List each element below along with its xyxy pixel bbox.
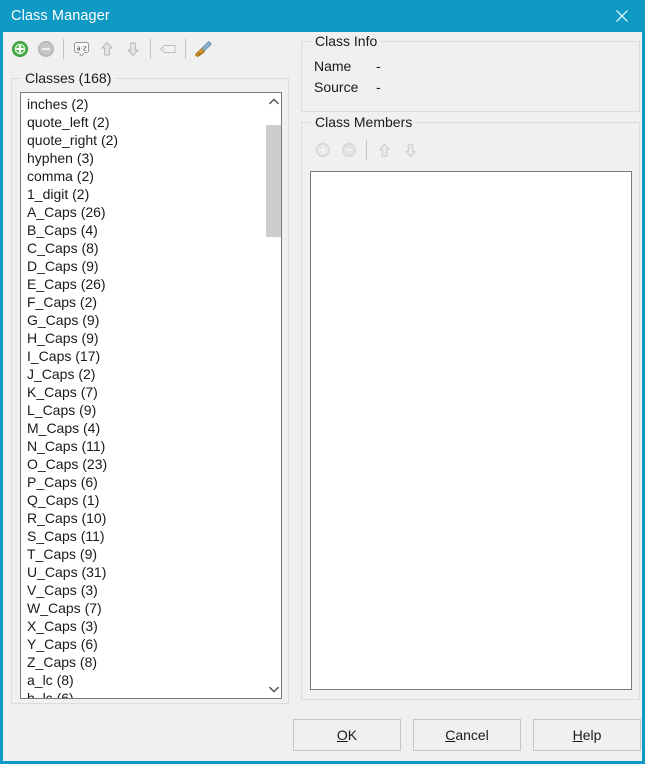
move-down-button[interactable] — [120, 36, 146, 62]
list-item[interactable]: I_Caps (17) — [21, 347, 265, 365]
list-item[interactable]: a_lc (8) — [21, 671, 265, 689]
cancel-button-label: Cancel — [445, 727, 489, 743]
title-bar: Class Manager — [3, 0, 642, 32]
list-item[interactable]: N_Caps (11) — [21, 437, 265, 455]
class-members-listbox[interactable] — [310, 171, 632, 690]
list-item[interactable]: D_Caps (9) — [21, 257, 265, 275]
list-item[interactable]: Z_Caps (8) — [21, 653, 265, 671]
class-source-row: Source - — [314, 79, 381, 95]
class-info-group-label: Class Info — [311, 33, 382, 49]
sort-az-icon: a·z — [73, 42, 89, 57]
list-item[interactable]: b_lc (6) — [21, 689, 265, 698]
chevron-up-icon — [268, 98, 279, 105]
cleanup-button[interactable] — [190, 36, 216, 62]
toolbar-separator — [150, 38, 151, 59]
classes-list-items: inches (2) quote_left (2) quote_right (2) h… — [21, 93, 265, 698]
class-members-group-label: Class Members — [311, 114, 417, 130]
list-item[interactable]: U_Caps (31) — [21, 563, 265, 581]
cancel-button[interactable]: Cancel — [413, 719, 521, 751]
ok-button[interactable]: OK — [293, 719, 401, 751]
plus-circle-icon — [12, 40, 28, 57]
member-move-up-button[interactable] — [371, 137, 397, 163]
list-item[interactable]: C_Caps (8) — [21, 239, 265, 257]
list-item[interactable]: quote_right (2) — [21, 131, 265, 149]
list-item[interactable]: T_Caps (9) — [21, 545, 265, 563]
class-name-label: Name — [314, 58, 352, 74]
class-source-label: Source — [314, 79, 359, 95]
toolbar-separator — [63, 38, 64, 59]
close-icon — [616, 10, 628, 22]
list-item[interactable]: S_Caps (11) — [21, 527, 265, 545]
member-move-down-button[interactable] — [397, 137, 423, 163]
classes-group: Classes (168) inches (2) quote_left (2) qu… — [11, 70, 289, 704]
remove-class-button[interactable] — [33, 36, 59, 62]
dialog-button-bar: OK Cancel Help — [293, 719, 642, 751]
move-up-button[interactable] — [94, 36, 120, 62]
close-window-button[interactable] — [599, 0, 642, 32]
list-item[interactable]: L_Caps (9) — [21, 401, 265, 419]
list-item[interactable]: P_Caps (6) — [21, 473, 265, 491]
broom-icon — [194, 40, 212, 57]
scroll-down-button[interactable] — [265, 681, 281, 698]
classes-scrollbar[interactable] — [264, 93, 281, 698]
chevron-down-icon — [268, 686, 279, 693]
list-item[interactable]: F_Caps (2) — [21, 293, 265, 311]
minus-circle-icon — [341, 142, 357, 158]
classes-group-label: Classes (168) — [21, 70, 116, 86]
list-item[interactable]: K_Caps (7) — [21, 383, 265, 401]
class-members-group: Class Members — [301, 114, 640, 700]
rename-tag-button[interactable] — [155, 36, 181, 62]
list-item[interactable]: R_Caps (10) — [21, 509, 265, 527]
list-item[interactable]: E_Caps (26) — [21, 275, 265, 293]
list-item[interactable]: O_Caps (23) — [21, 455, 265, 473]
add-member-button[interactable] — [310, 137, 336, 163]
window-title: Class Manager — [11, 8, 110, 24]
list-item[interactable]: H_Caps (9) — [21, 329, 265, 347]
arrow-up-icon — [101, 41, 113, 55]
list-item[interactable]: inches (2) — [21, 95, 265, 113]
minus-circle-icon — [38, 40, 54, 57]
tag-icon — [160, 44, 176, 53]
list-item[interactable]: Y_Caps (6) — [21, 635, 265, 653]
list-item[interactable]: comma (2) — [21, 167, 265, 185]
sort-classes-button[interactable]: a·z — [68, 36, 94, 62]
svg-text:a·z: a·z — [76, 44, 87, 52]
arrow-down-icon — [127, 42, 139, 56]
list-item[interactable]: hyphen (3) — [21, 149, 265, 167]
list-item[interactable]: V_Caps (3) — [21, 581, 265, 599]
classes-listbox[interactable]: inches (2) quote_left (2) quote_right (2) h… — [20, 92, 282, 699]
remove-member-button[interactable] — [336, 137, 362, 163]
list-item[interactable]: 1_digit (2) — [21, 185, 265, 203]
list-item[interactable]: B_Caps (4) — [21, 221, 265, 239]
list-item[interactable]: X_Caps (3) — [21, 617, 265, 635]
help-button-label: Help — [572, 727, 602, 743]
add-class-button[interactable] — [7, 36, 33, 62]
class-name-row: Name - — [314, 58, 381, 74]
list-item[interactable]: quote_left (2) — [21, 113, 265, 131]
class-name-value: - — [376, 58, 381, 74]
arrow-down-icon — [404, 143, 416, 157]
class-info-group: Class Info Name - Source - — [301, 33, 640, 112]
ok-button-label: OK — [336, 727, 358, 743]
list-item[interactable]: Q_Caps (1) — [21, 491, 265, 509]
scrollbar-thumb[interactable] — [266, 125, 281, 237]
members-toolbar — [310, 137, 423, 163]
arrow-up-icon — [378, 143, 390, 157]
class-manager-window: Class Manager a·z Classes (168) inches (… — [0, 0, 645, 764]
list-item[interactable]: M_Caps (4) — [21, 419, 265, 437]
classes-toolbar: a·z — [3, 32, 289, 65]
members-toolbar-separator — [366, 140, 367, 160]
class-source-value: - — [376, 79, 381, 95]
help-button[interactable]: Help — [533, 719, 641, 751]
toolbar-separator — [185, 38, 186, 59]
plus-circle-icon — [315, 142, 331, 158]
scroll-up-button[interactable] — [265, 93, 281, 110]
list-item[interactable]: G_Caps (9) — [21, 311, 265, 329]
list-item[interactable]: A_Caps (26) — [21, 203, 265, 221]
list-item[interactable]: W_Caps (7) — [21, 599, 265, 617]
list-item[interactable]: J_Caps (2) — [21, 365, 265, 383]
